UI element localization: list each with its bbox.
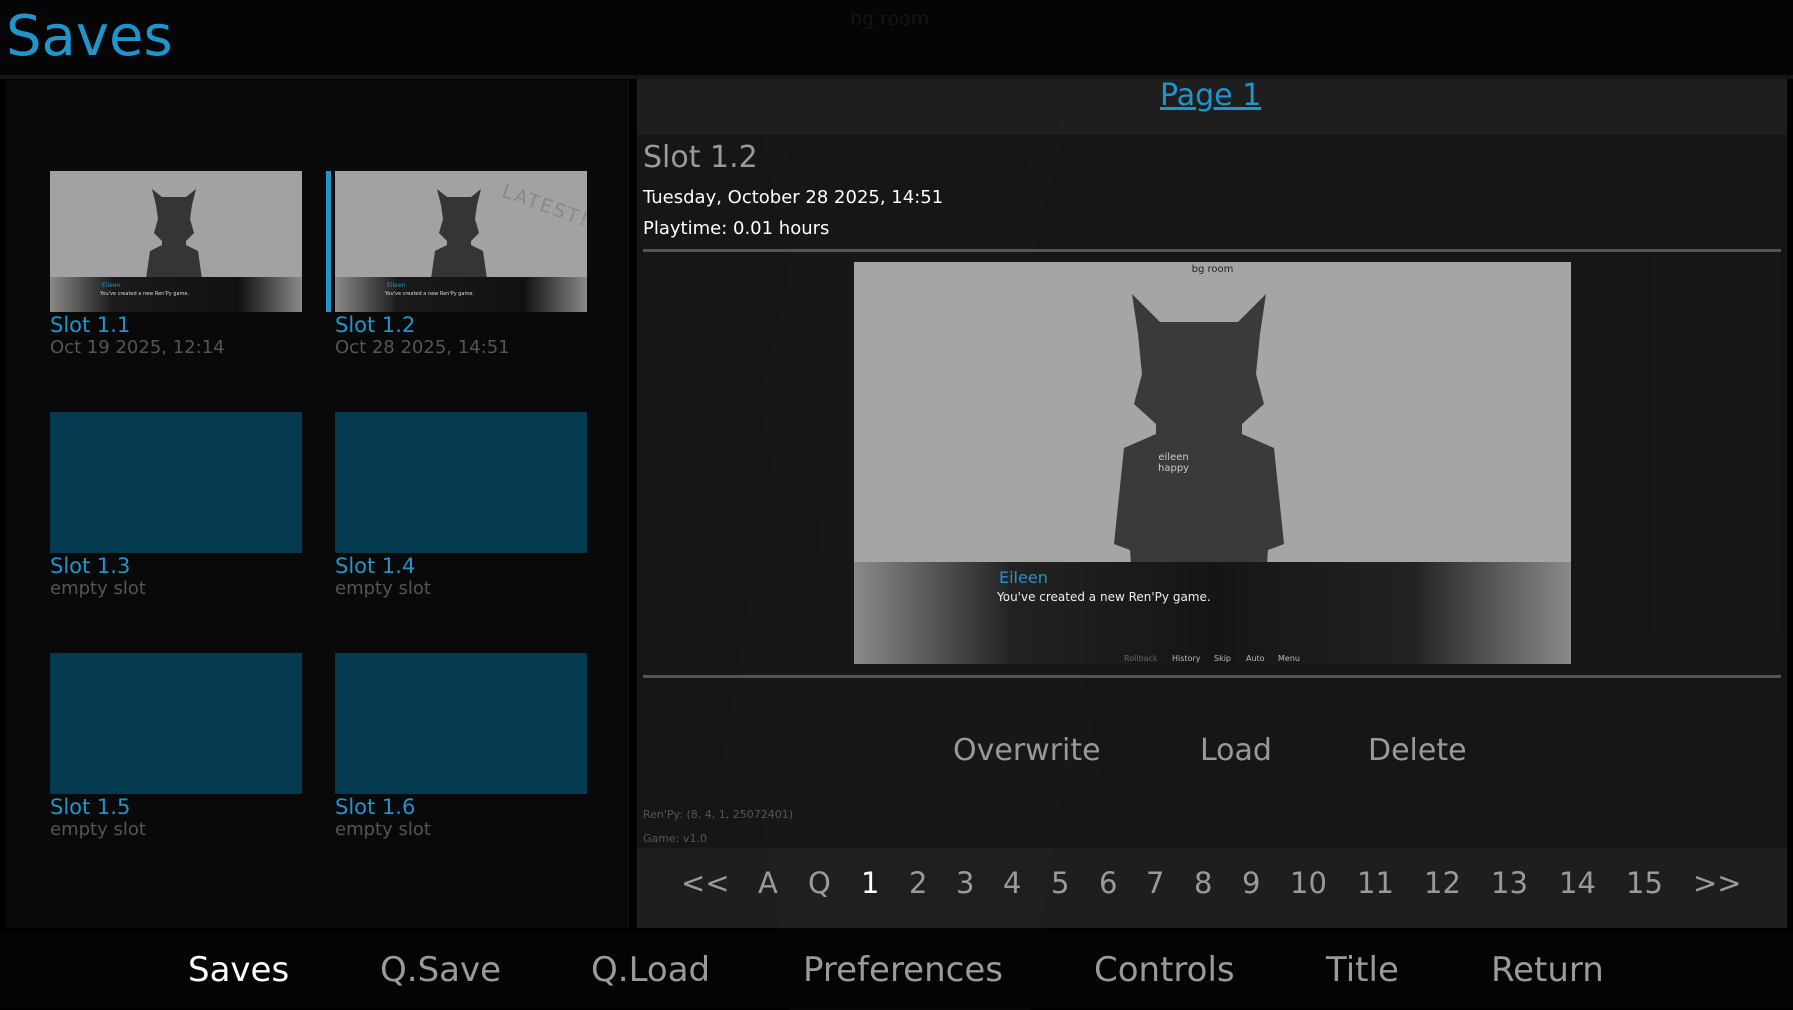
slot-thumbnail-speaker: Eileen <box>102 282 121 289</box>
screenshot-dialogue-line: You've created a new Ren'Py game. <box>997 590 1211 604</box>
page-7-button[interactable]: 7 <box>1146 866 1164 900</box>
load-button[interactable]: Load <box>1200 733 1272 768</box>
quick-menu-skip: Skip <box>1214 654 1232 663</box>
slot-thumbnail: Eileen You've created a new Ren'Py game. <box>50 171 302 312</box>
detail-slot-name: Slot 1.2 <box>643 140 758 175</box>
screen-title: Saves <box>6 4 173 69</box>
slot-date: Oct 28 2025, 14:51 <box>335 337 510 358</box>
slot-name: Slot 1.5 <box>50 795 131 819</box>
latest-badge: LATEST! <box>498 180 587 232</box>
slot-thumbnail-speaker: Eileen <box>387 282 406 289</box>
quick-menu-menu: Menu <box>1278 654 1300 663</box>
page-prev-button[interactable]: << <box>681 866 730 900</box>
save-slot-6[interactable]: Slot 1.6 empty slot <box>335 653 587 841</box>
character-tag: eileen happy <box>1158 452 1190 474</box>
renpy-version: Ren'Py: (8, 4, 1, 25072401) <box>643 808 794 821</box>
detail-save-date: Tuesday, October 28 2025, 14:51 <box>643 187 944 208</box>
page-4-button[interactable]: 4 <box>1003 866 1021 900</box>
slot-date: empty slot <box>335 819 431 840</box>
overwrite-button[interactable]: Overwrite <box>953 733 1101 768</box>
slot-date: empty slot <box>50 578 146 599</box>
slot-name: Slot 1.2 <box>335 313 416 337</box>
delete-button[interactable]: Delete <box>1368 733 1467 768</box>
screenshot-background-label: bg room <box>1191 264 1234 275</box>
page-next-button[interactable]: >> <box>1693 866 1742 900</box>
nav-title[interactable]: Title <box>1326 950 1399 990</box>
slot-date: Oct 19 2025, 12:14 <box>50 337 225 358</box>
slot-thumbnail: LATEST! Eileen You've created a new Ren'… <box>335 171 587 312</box>
slot-thumbnail-line: You've created a new Ren'Py game. <box>100 291 190 297</box>
quick-menu-history: History <box>1172 654 1201 663</box>
slot-name: Slot 1.4 <box>335 554 416 578</box>
empty-slot-thumbnail <box>335 653 587 794</box>
screenshot-dialogue-bar <box>854 562 1571 664</box>
page-13-button[interactable]: 13 <box>1491 866 1528 900</box>
quick-menu-auto: Auto <box>1246 654 1265 663</box>
page-11-button[interactable]: 11 <box>1357 866 1394 900</box>
nav-quick-load[interactable]: Q.Load <box>591 950 710 990</box>
nav-quick-save[interactable]: Q.Save <box>380 950 501 990</box>
page-2-button[interactable]: 2 <box>909 866 927 900</box>
detail-divider-top <box>643 249 1781 252</box>
page-auto-button[interactable]: A <box>758 866 778 900</box>
page-quick-button[interactable]: Q <box>808 866 831 900</box>
page-14-button[interactable]: 14 <box>1559 866 1596 900</box>
selected-slot-indicator <box>326 171 331 312</box>
page-12-button[interactable]: 12 <box>1424 866 1461 900</box>
page-6-button[interactable]: 6 <box>1099 866 1117 900</box>
empty-slot-thumbnail <box>50 653 302 794</box>
page-8-button[interactable]: 8 <box>1194 866 1212 900</box>
game-version: Game: v1.0 <box>643 832 707 845</box>
save-slot-3[interactable]: Slot 1.3 empty slot <box>50 412 302 600</box>
empty-slot-thumbnail <box>335 412 587 553</box>
nav-return[interactable]: Return <box>1491 950 1604 990</box>
detail-playtime: Playtime: 0.01 hours <box>643 218 830 239</box>
page-10-button[interactable]: 10 <box>1290 866 1327 900</box>
slot-name: Slot 1.1 <box>50 313 131 337</box>
save-slot-2[interactable]: LATEST! Eileen You've created a new Ren'… <box>326 171 587 359</box>
nav-controls[interactable]: Controls <box>1094 950 1235 990</box>
nav-saves[interactable]: Saves <box>188 950 289 990</box>
save-slot-4[interactable]: Slot 1.4 empty slot <box>335 412 587 600</box>
background-label: bg room <box>850 8 930 30</box>
nav-preferences[interactable]: Preferences <box>803 950 1003 990</box>
slot-name: Slot 1.3 <box>50 554 131 578</box>
page-title-link[interactable]: Page 1 <box>1160 78 1261 113</box>
page-5-button[interactable]: 5 <box>1051 866 1069 900</box>
slot-thumbnail-line: You've created a new Ren'Py game. <box>385 291 475 297</box>
page-15-button[interactable]: 15 <box>1626 866 1663 900</box>
screenshot-speaker: Eileen <box>999 568 1048 587</box>
page-3-button[interactable]: 3 <box>956 866 974 900</box>
slot-date: empty slot <box>335 578 431 599</box>
save-screenshot: bg room eileen happy Eileen You've creat… <box>854 262 1571 664</box>
save-slot-5[interactable]: Slot 1.5 empty slot <box>50 653 302 841</box>
quick-menu-rollback: Rollback <box>1124 654 1158 663</box>
save-slot-1[interactable]: Eileen You've created a new Ren'Py game.… <box>50 171 302 359</box>
empty-slot-thumbnail <box>50 412 302 553</box>
slot-name: Slot 1.6 <box>335 795 416 819</box>
slot-date: empty slot <box>50 819 146 840</box>
page-1-button[interactable]: 1 <box>861 866 879 900</box>
page-9-button[interactable]: 9 <box>1242 866 1260 900</box>
detail-divider-bottom <box>643 675 1781 678</box>
